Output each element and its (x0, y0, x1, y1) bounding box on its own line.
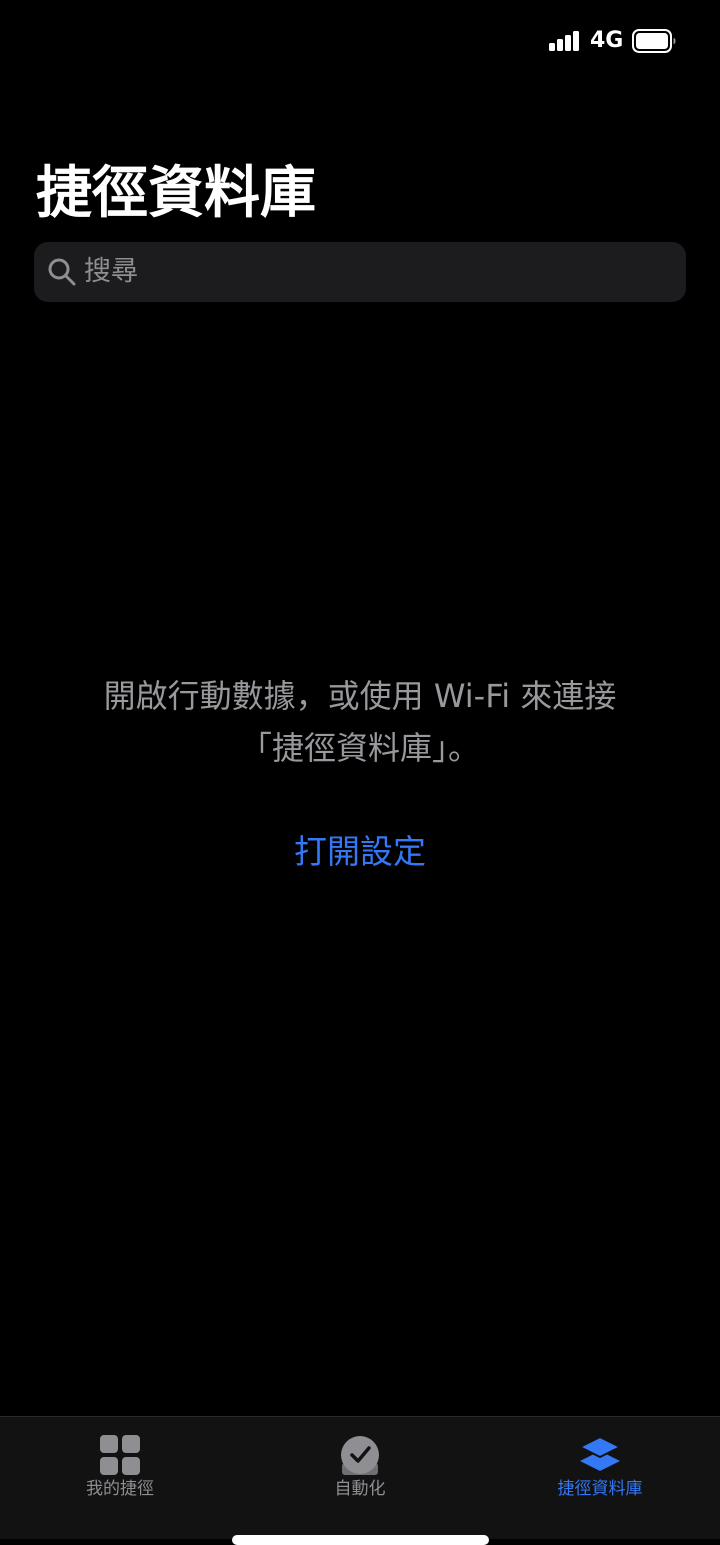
search-placeholder: 搜尋 (84, 256, 138, 287)
page-title: 捷徑資料庫 (36, 161, 316, 226)
tab-automation[interactable]: 自動化 (240, 1417, 480, 1540)
grid-icon (100, 1435, 140, 1475)
battery-icon (632, 29, 676, 53)
tab-my-shortcuts[interactable]: 我的捷徑 (0, 1417, 240, 1540)
offline-message-line-2: 「捷徑資料庫」。 (239, 729, 480, 767)
network-type-label: 4G (590, 28, 624, 53)
tab-automation-label: 自動化 (334, 1479, 386, 1499)
tab-bar: 我的捷徑 自動化 捷徑資料庫 (0, 1416, 720, 1539)
tab-gallery-label: 捷徑資料庫 (557, 1479, 643, 1499)
offline-message: 開啟行動數據，或使用 Wi-Fi 來連接 「捷徑資料庫」。 (40, 670, 680, 774)
automation-check-icon (341, 1436, 379, 1475)
open-settings-button[interactable]: 打開設定 (210, 826, 510, 878)
tab-my-shortcuts-label: 我的捷徑 (86, 1479, 154, 1499)
gallery-layers-icon (579, 1436, 621, 1471)
offline-message-line-1: 開啟行動數據，或使用 Wi-Fi 來連接 (103, 677, 617, 715)
status-bar: 4G (0, 0, 720, 82)
search-input[interactable]: 搜尋 (34, 242, 686, 302)
tab-gallery[interactable]: 捷徑資料庫 (480, 1417, 720, 1540)
search-icon (48, 258, 76, 286)
home-indicator[interactable] (232, 1535, 489, 1545)
signal-icon (549, 31, 581, 51)
